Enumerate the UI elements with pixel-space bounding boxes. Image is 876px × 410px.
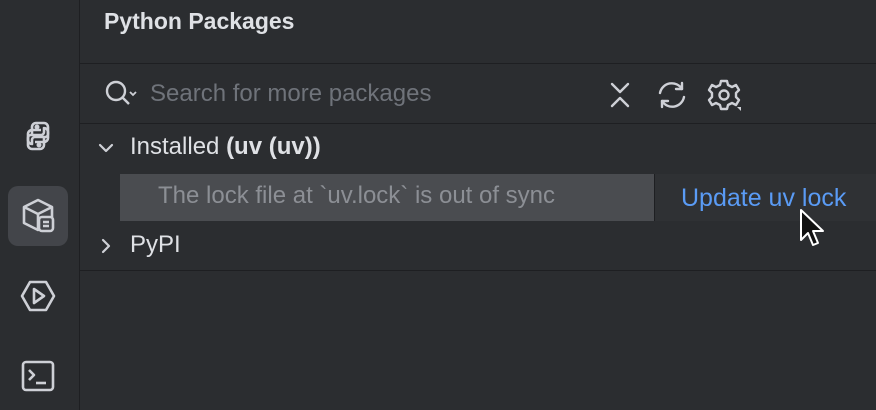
pypi-label: PyPI — [130, 231, 181, 258]
divider — [80, 63, 876, 64]
settings-icon[interactable] — [707, 78, 741, 112]
package-manager-label: (uv (uv)) — [226, 133, 321, 160]
search-input[interactable] — [150, 76, 550, 112]
chevron-down-icon[interactable] — [96, 138, 116, 158]
divider — [80, 270, 876, 271]
python-packages-panel: Python Packages Installed (uv (uv)) The … — [80, 0, 876, 410]
refresh-icon[interactable] — [655, 78, 689, 112]
panel-title: Python Packages — [104, 8, 295, 34]
python-icon — [26, 121, 50, 151]
sidebar-item-python-console[interactable] — [8, 106, 68, 166]
search-icon[interactable] — [102, 76, 138, 112]
sidebar-item-terminal[interactable] — [8, 346, 68, 406]
notice-action-area: Update uv lock — [654, 174, 876, 221]
installed-label: Installed — [130, 133, 227, 160]
run-icon — [20, 280, 56, 312]
lock-out-of-sync-notice: The lock file at `uv.lock` is out of syn… — [120, 174, 654, 221]
sidebar-item-services[interactable] — [8, 266, 68, 326]
packages-icon — [22, 198, 55, 233]
tree-node-pypi[interactable]: PyPI — [80, 222, 876, 270]
notice-message: The lock file at `uv.lock` is out of syn… — [158, 182, 556, 209]
terminal-icon — [21, 360, 55, 392]
collapse-all-icon[interactable] — [603, 78, 637, 112]
tree-node-label: Installed (uv (uv)) — [130, 133, 321, 161]
chevron-right-icon[interactable] — [96, 236, 116, 256]
tree-node-installed[interactable]: Installed (uv (uv)) — [80, 124, 876, 172]
tool-window-sidebar — [0, 0, 80, 410]
mouse-cursor-icon — [800, 209, 824, 246]
sidebar-item-python-packages[interactable] — [8, 186, 68, 246]
